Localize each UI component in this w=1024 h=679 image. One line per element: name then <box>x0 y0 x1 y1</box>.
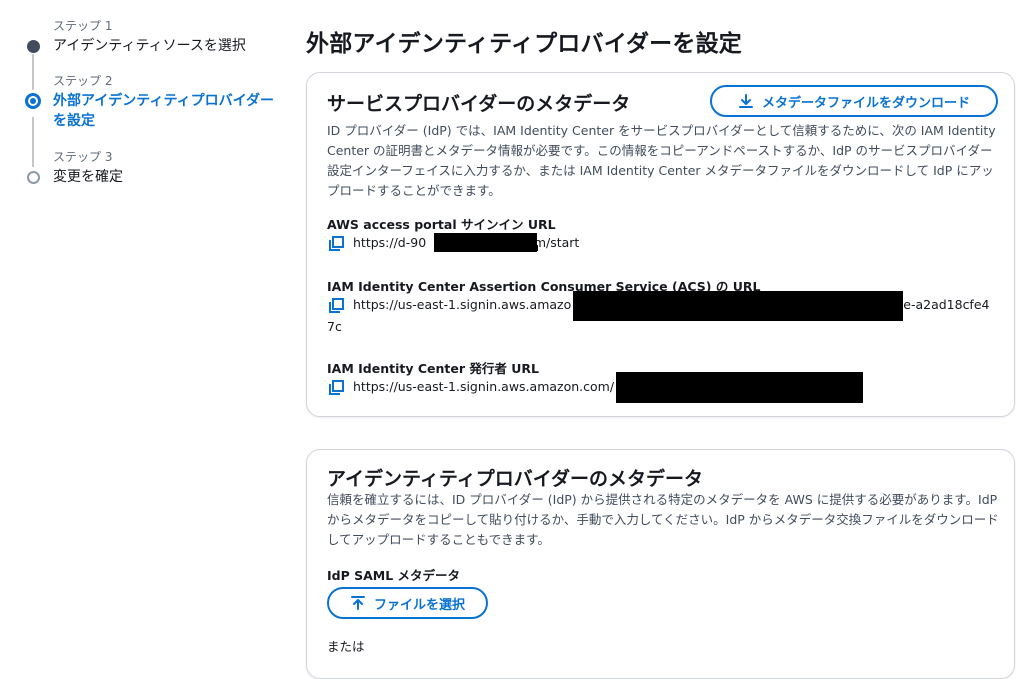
idp-metadata-title: アイデンティティプロバイダーのメタデータ <box>327 468 704 490</box>
step-1-label: ステップ 1 <box>53 19 113 33</box>
step-3-label: ステップ 3 <box>53 150 113 164</box>
page-title: 外部アイデンティティプロバイダーを設定 <box>306 31 742 57</box>
acs-url-wrap-text: 7c <box>327 319 342 334</box>
issuer-url-label: IAM Identity Center 発行者 URL <box>327 361 539 376</box>
acs-url-end: e-a2ad18cfe4 <box>903 297 990 312</box>
download-icon <box>738 94 753 108</box>
step-3-title: 変更を確定 <box>53 169 123 185</box>
copy-icon[interactable] <box>327 235 345 253</box>
redacted-block <box>573 291 903 321</box>
service-provider-metadata-card: サービスプロバイダーのメタデータ メタデータファイルをダウンロード ID プロバ… <box>306 72 1015 417</box>
copy-icon[interactable] <box>327 297 345 315</box>
saml-metadata-label: IdP SAML メタデータ <box>327 568 461 583</box>
step-pending-icon <box>27 171 40 184</box>
step-connector <box>32 54 34 90</box>
step-2-label: ステップ 2 <box>53 74 113 88</box>
or-text: または <box>327 639 365 654</box>
acs-url-start: https://us-east-1.signin.aws.amazo <box>353 297 572 312</box>
redacted-block <box>532 245 538 251</box>
issuer-url-start: https://us-east-1.signin.aws.amazon.com/ <box>353 379 615 394</box>
step-1-title[interactable]: アイデンティティソースを選択 <box>53 36 246 56</box>
redacted-block <box>434 233 537 252</box>
acs-url-wrap: 7c <box>327 319 342 334</box>
step-current-icon <box>25 93 41 109</box>
upload-icon <box>350 596 365 610</box>
wizard-steps: ステップ 1 アイデンティティソースを選択 ステップ 2 外部アイデンティティプ… <box>0 0 290 653</box>
portal-url-start: https://d-90 <box>353 235 427 250</box>
portal-url-label: AWS access portal サインイン URL <box>327 217 556 232</box>
sp-metadata-title: サービスプロバイダーのメタデータ <box>327 93 631 115</box>
sp-metadata-description: ID プロバイダー (IdP) では、IAM Identity Center を… <box>327 123 996 198</box>
copy-icon[interactable] <box>327 379 345 397</box>
step-2-title-line1: 外部アイデンティティプロバイダー <box>53 93 275 109</box>
identity-provider-metadata-card: アイデンティティプロバイダーのメタデータ 信頼を確立するには、ID プロバイダー… <box>306 449 1015 679</box>
step-connector <box>32 117 34 167</box>
idp-metadata-description: 信頼を確立するには、ID プロバイダー (IdP) から提供される特定のメタデー… <box>327 492 999 547</box>
issuer-url-row: https://us-east-1.signin.aws.amazon.com/ <box>327 379 614 397</box>
download-metadata-label: メタデータファイルをダウンロード <box>761 95 970 111</box>
choose-file-label: ファイルを選択 <box>373 597 465 613</box>
redacted-block <box>616 372 863 403</box>
step-2-title-line2: を設定 <box>53 113 95 129</box>
download-metadata-button[interactable]: メタデータファイルをダウンロード <box>710 85 998 117</box>
choose-file-button[interactable]: ファイルを選択 <box>327 587 488 619</box>
step-completed-icon <box>27 40 40 53</box>
